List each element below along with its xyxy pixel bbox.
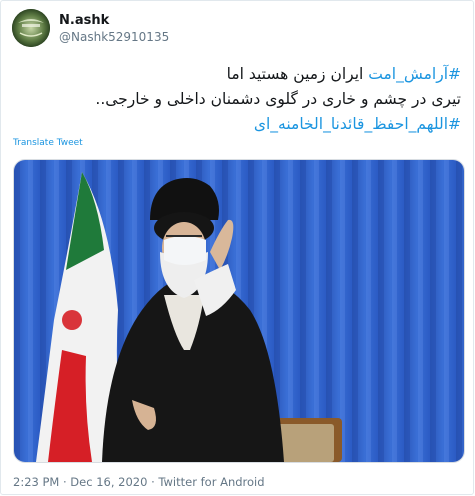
display-name[interactable]: N.ashk bbox=[59, 13, 109, 28]
translate-tweet-link[interactable]: Translate Tweet bbox=[13, 138, 83, 148]
meta-separator: · bbox=[147, 475, 159, 489]
tweet-meta: 2:23 PM · Dec 16, 2020 · Twitter for And… bbox=[13, 475, 265, 489]
hashtag-link[interactable]: #آرامش_امت bbox=[368, 65, 461, 83]
tweet-text-line: تیری در چشم و خاری در گلوی دشمنان داخلی … bbox=[95, 90, 461, 108]
user-handle[interactable]: @Nashk52910135 bbox=[59, 30, 169, 44]
source-label[interactable]: Twitter for Android bbox=[158, 475, 264, 489]
tweet-photo[interactable] bbox=[13, 159, 465, 463]
hashtag-link[interactable]: #اللهم_احفظ_قائدنا_الخامنه_ای bbox=[254, 115, 461, 133]
avatar[interactable] bbox=[12, 9, 50, 47]
timestamp-link[interactable]: 2:23 PM · Dec 16, 2020 bbox=[13, 475, 147, 489]
tweet-card: N.ashk @Nashk52910135 #آرامش_امت ایران ز… bbox=[0, 0, 474, 495]
tweet-text-line: ایران زمین هستید اما bbox=[226, 65, 369, 83]
tweet-text: #آرامش_امت ایران زمین هستید اما تیری در … bbox=[13, 62, 461, 137]
